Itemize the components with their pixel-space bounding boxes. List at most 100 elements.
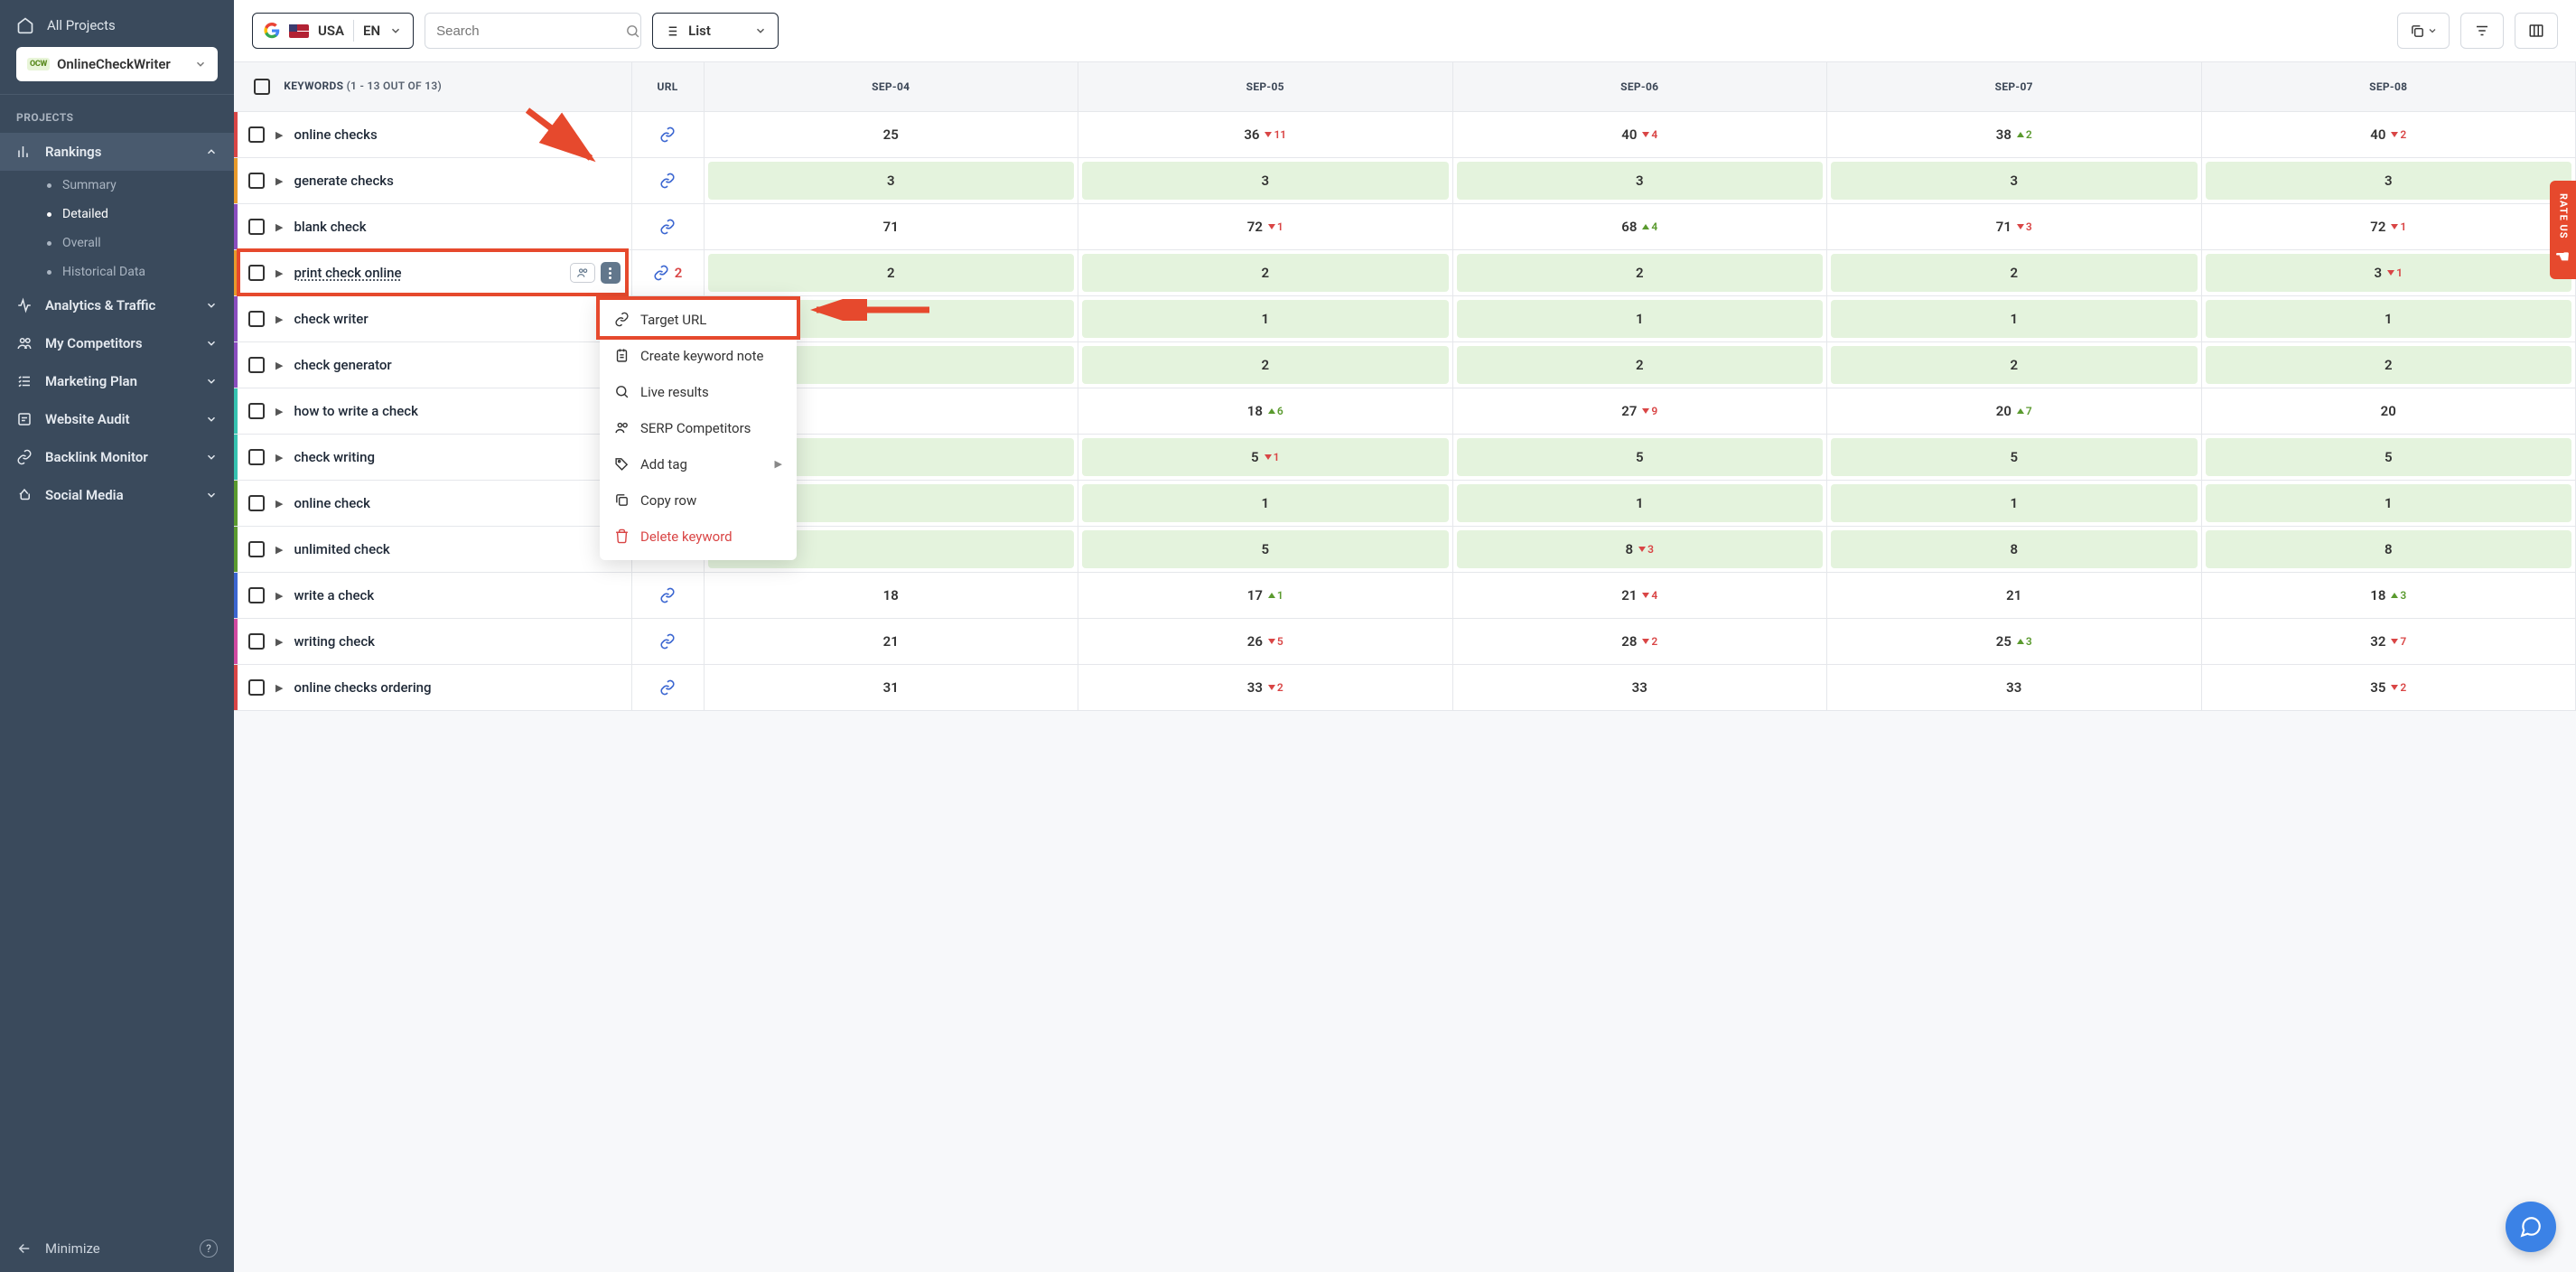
- context-menu-item[interactable]: Copy row: [600, 482, 797, 519]
- rank-cell[interactable]: 21: [1831, 576, 2198, 614]
- view-mode-selector[interactable]: List: [652, 13, 779, 49]
- rank-cell[interactable]: 1: [1082, 484, 1449, 522]
- rank-cell[interactable]: 684: [1457, 208, 1824, 246]
- rank-cell[interactable]: 1: [1831, 484, 2198, 522]
- context-menu-item[interactable]: Delete keyword: [600, 519, 797, 555]
- expand-icon[interactable]: ▶: [275, 267, 283, 279]
- context-menu-item[interactable]: Create keyword note: [600, 338, 797, 374]
- rank-cell[interactable]: 713: [1831, 208, 2198, 246]
- rank-cell[interactable]: 2: [1457, 346, 1824, 384]
- nav-analytics[interactable]: Analytics & Traffic: [0, 286, 234, 324]
- rank-cell[interactable]: 183: [2206, 576, 2572, 614]
- rank-cell[interactable]: 1: [1457, 484, 1824, 522]
- rank-cell[interactable]: 2: [2206, 346, 2572, 384]
- rank-cell[interactable]: 71: [708, 208, 1075, 246]
- row-checkbox[interactable]: [248, 495, 265, 511]
- more-button[interactable]: [601, 262, 621, 284]
- context-menu-item[interactable]: Target URL: [600, 302, 797, 338]
- rank-cell[interactable]: 5: [1457, 438, 1824, 476]
- help-icon[interactable]: ?: [200, 1239, 218, 1258]
- columns-button[interactable]: [2515, 13, 2558, 49]
- context-menu-item[interactable]: Add tag▶: [600, 446, 797, 482]
- people-icon[interactable]: [570, 263, 595, 283]
- nav-rankings-summary[interactable]: Summary: [0, 171, 234, 200]
- url-link[interactable]: [632, 204, 704, 249]
- rank-cell[interactable]: 2: [1457, 254, 1824, 292]
- expand-icon[interactable]: ▶: [275, 406, 283, 417]
- rank-cell[interactable]: 5: [1831, 438, 2198, 476]
- rank-cell[interactable]: 2: [708, 254, 1075, 292]
- minimize-button[interactable]: Minimize ?: [0, 1225, 234, 1272]
- rank-cell[interactable]: 8: [1831, 530, 2198, 568]
- rank-cell[interactable]: 382: [1831, 116, 2198, 154]
- expand-icon[interactable]: ▶: [275, 590, 283, 602]
- row-checkbox[interactable]: [248, 311, 265, 327]
- rank-cell[interactable]: 83: [1457, 530, 1824, 568]
- rank-cell[interactable]: 402: [2206, 116, 2572, 154]
- url-link[interactable]: [632, 619, 704, 664]
- all-projects-link[interactable]: All Projects: [0, 0, 234, 47]
- rank-cell[interactable]: 51: [1082, 438, 1449, 476]
- select-all-checkbox[interactable]: [254, 79, 270, 95]
- col-date-1[interactable]: SEP-05: [1078, 62, 1453, 112]
- rank-cell[interactable]: 3: [2206, 162, 2572, 200]
- rank-cell[interactable]: 3611: [1082, 116, 1449, 154]
- search-icon[interactable]: [625, 23, 640, 39]
- table-row[interactable]: ▶online checks253611404382402: [234, 112, 2576, 158]
- rank-cell[interactable]: 404: [1457, 116, 1824, 154]
- rank-cell[interactable]: 8: [2206, 530, 2572, 568]
- rank-cell[interactable]: 18: [708, 576, 1075, 614]
- url-link[interactable]: [632, 573, 704, 618]
- col-url[interactable]: URL: [631, 62, 704, 112]
- rank-cell[interactable]: 2: [1831, 254, 2198, 292]
- row-checkbox[interactable]: [248, 357, 265, 373]
- rank-cell[interactable]: 253: [1831, 622, 2198, 660]
- expand-icon[interactable]: ▶: [275, 360, 283, 371]
- table-row[interactable]: ▶write a check1817121421183: [234, 573, 2576, 619]
- url-link[interactable]: 2: [632, 250, 704, 295]
- table-row[interactable]: ▶check writing51555: [234, 435, 2576, 481]
- col-date-3[interactable]: SEP-07: [1827, 62, 2202, 112]
- copy-dropdown-button[interactable]: [2397, 13, 2450, 49]
- search-engine-selector[interactable]: USA EN: [252, 13, 414, 49]
- row-checkbox[interactable]: [248, 403, 265, 419]
- nav-backlink[interactable]: Backlink Monitor: [0, 438, 234, 476]
- rank-cell[interactable]: 2: [1082, 254, 1449, 292]
- row-checkbox[interactable]: [248, 265, 265, 281]
- rate-us-tab[interactable]: RATE US ☚: [2550, 181, 2576, 279]
- rank-cell[interactable]: 1: [1457, 300, 1824, 338]
- rank-cell[interactable]: 207: [1831, 392, 2198, 430]
- row-checkbox[interactable]: [248, 126, 265, 143]
- filter-button[interactable]: [2460, 13, 2504, 49]
- rank-cell[interactable]: 5: [1082, 530, 1449, 568]
- url-link[interactable]: [632, 665, 704, 710]
- row-checkbox[interactable]: [248, 633, 265, 650]
- table-row[interactable]: ▶print check online2222231: [234, 250, 2576, 296]
- rank-cell[interactable]: 3: [1082, 162, 1449, 200]
- rank-cell[interactable]: 1: [2206, 484, 2572, 522]
- rank-cell[interactable]: 1: [1082, 300, 1449, 338]
- rank-cell[interactable]: 279: [1457, 392, 1824, 430]
- context-menu-item[interactable]: Live results: [600, 374, 797, 410]
- rank-cell[interactable]: 282: [1457, 622, 1824, 660]
- table-row[interactable]: ▶unlimited check58388: [234, 527, 2576, 573]
- rank-cell[interactable]: 214: [1457, 576, 1824, 614]
- rank-cell[interactable]: 332: [1082, 669, 1449, 706]
- context-menu-item[interactable]: SERP Competitors: [600, 410, 797, 446]
- rank-cell[interactable]: 2: [1082, 346, 1449, 384]
- rank-cell[interactable]: 721: [2206, 208, 2572, 246]
- row-checkbox[interactable]: [248, 173, 265, 189]
- nav-rankings-historical[interactable]: Historical Data: [0, 257, 234, 286]
- expand-icon[interactable]: ▶: [275, 175, 283, 187]
- expand-icon[interactable]: ▶: [275, 129, 283, 141]
- url-link[interactable]: [632, 158, 704, 203]
- table-row[interactable]: ▶online check1111: [234, 481, 2576, 527]
- col-date-4[interactable]: SEP-08: [2201, 62, 2576, 112]
- rank-cell[interactable]: 31: [708, 669, 1075, 706]
- rank-cell[interactable]: 33: [1457, 669, 1824, 706]
- url-link[interactable]: [632, 112, 704, 157]
- rank-cell[interactable]: 186: [1082, 392, 1449, 430]
- nav-social[interactable]: Social Media: [0, 476, 234, 514]
- rank-cell[interactable]: 171: [1082, 576, 1449, 614]
- col-date-2[interactable]: SEP-06: [1452, 62, 1827, 112]
